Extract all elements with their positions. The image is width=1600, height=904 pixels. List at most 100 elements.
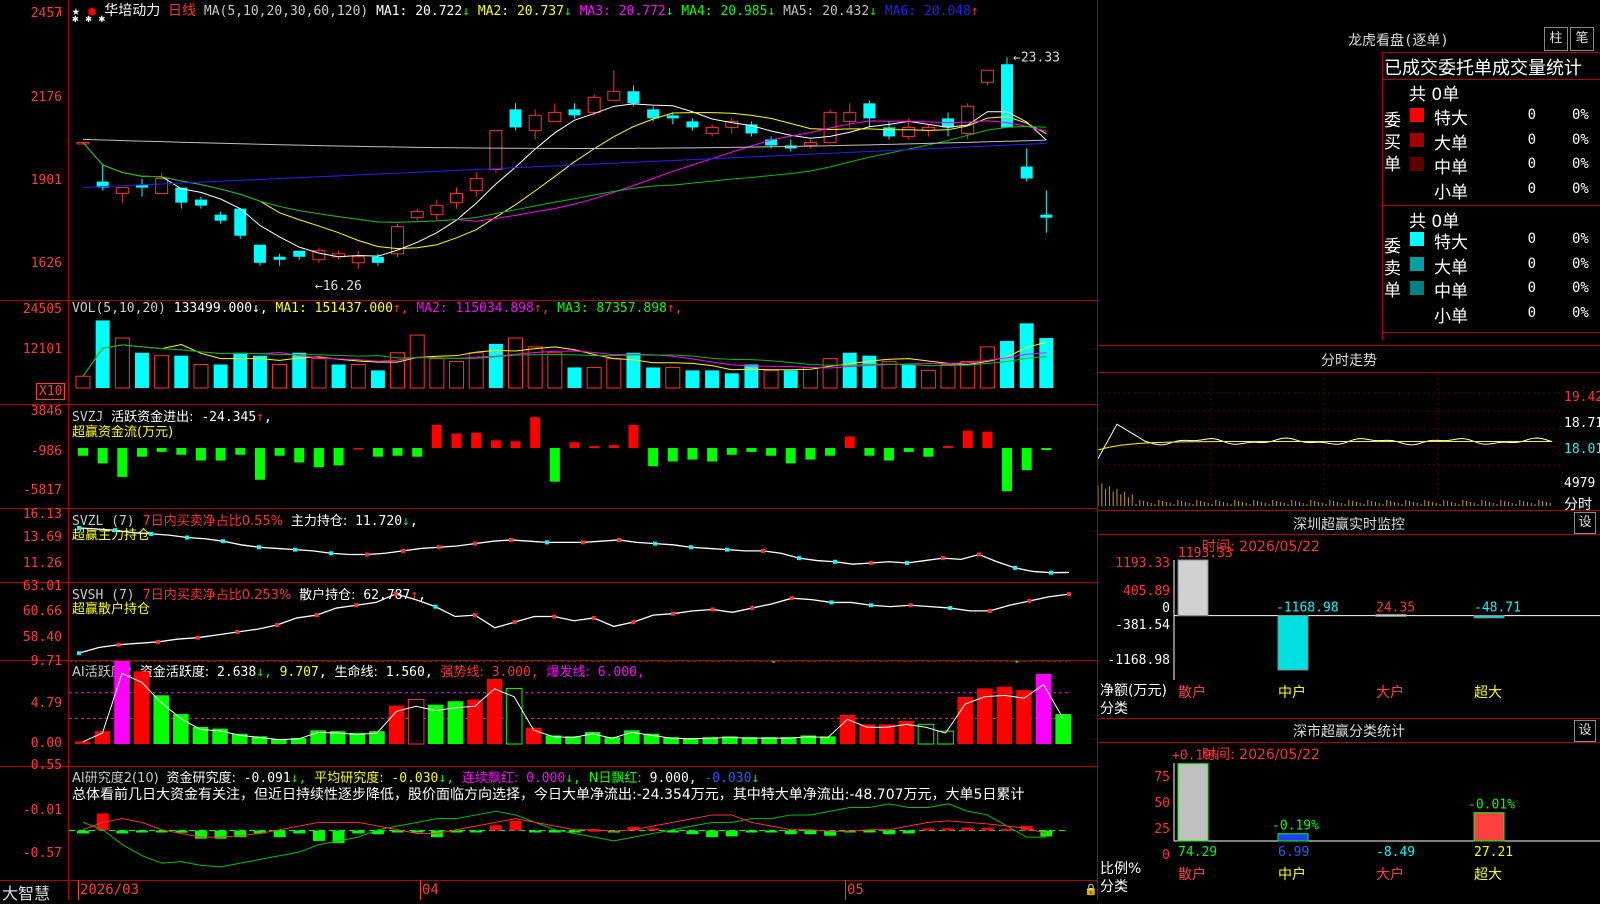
- vol-ma-values: MA1: 151437.000↑, MA2: 115034.898↑, MA3:…: [276, 301, 683, 316]
- svzj-bar: [667, 448, 678, 462]
- monitor-bar-value: -1168.98: [1276, 601, 1339, 616]
- research-bar: [293, 830, 306, 834]
- intraday-axis-label: 18.71: [1564, 416, 1600, 431]
- holding-point: [941, 556, 945, 561]
- stock-name[interactable]: 华培动力: [104, 3, 160, 19]
- ma-dir-2: ↓: [563, 4, 572, 19]
- svzj-bar: [294, 448, 305, 463]
- holding-point: [750, 606, 755, 611]
- intraday-title: 分时走势: [1321, 353, 1377, 369]
- tab-traded[interactable]: 已成交: [1384, 54, 1438, 80]
- research-bar: [116, 830, 129, 834]
- svzj-bar: [156, 448, 167, 452]
- research-bar: [77, 830, 89, 834]
- vol-bar: [75, 375, 91, 389]
- vol-bar: [881, 361, 897, 389]
- date-tick: 2026/03: [80, 882, 140, 898]
- vol-bar: [567, 367, 582, 388]
- candle-body: [1040, 214, 1053, 218]
- holding-point: [671, 611, 675, 616]
- candle-body: [647, 109, 660, 119]
- vol-unit-badge[interactable]: X10: [36, 383, 66, 400]
- candle-body: [627, 91, 640, 104]
- holding-point: [829, 600, 834, 605]
- vol-ma-dir-3: ↑,: [666, 301, 683, 316]
- class-chart[interactable]: +0.19% 74.29 散户 -0.19% 6.99 中户 -8.49 大户 -0.01% 27…: [1098, 743, 1600, 900]
- intraday-chart[interactable]: [1098, 373, 1560, 508]
- svzj-bar: [648, 448, 659, 467]
- date-tick-mark: [78, 880, 79, 900]
- low-marker: ←16.26: [315, 279, 362, 294]
- svzj-bar: [136, 448, 147, 457]
- ai-research-chart[interactable]: [69, 767, 1097, 880]
- ai-active-chart[interactable]: ↓↓: [69, 661, 1097, 766]
- monitor-bar-value: 1193.33: [1178, 546, 1233, 561]
- vol-bar: [409, 334, 425, 389]
- buy-row-pct: 0%: [1572, 180, 1589, 197]
- holding-point: [1013, 565, 1017, 570]
- svzj-bar: [825, 448, 836, 456]
- buy-row-value: 0: [1527, 131, 1536, 148]
- monitor-category: 大户: [1376, 684, 1404, 701]
- monitor-settings-button[interactable]: 设: [1574, 512, 1596, 534]
- buy-row-swatch: [1410, 181, 1424, 196]
- axis-tick-label: 9.71: [30, 654, 62, 669]
- candle-body: [568, 109, 581, 116]
- class-settings-button[interactable]: 设: [1574, 720, 1596, 742]
- buy-row-value: 0: [1527, 107, 1536, 123]
- period-label[interactable]: 日线: [168, 3, 196, 19]
- candle-body: [528, 114, 542, 131]
- svzj-bar: [215, 448, 226, 461]
- main-chart-area[interactable]: ★ ⬢ 华培动力 日线 MA(5,10,20,30,60,120) MA1: 2…: [0, 0, 1098, 903]
- sell-row-pct: 0%: [1572, 304, 1589, 321]
- tab-orders[interactable]: 委托单: [1438, 54, 1492, 80]
- right-panel: 龙虎看盘(逐单) 柱 笔 已成交 委托单 成交量统计 委买单 共 0单 特大 0 0…: [1098, 0, 1600, 900]
- vol-bar: [763, 369, 779, 389]
- class-bar-value: 74.29: [1178, 845, 1217, 860]
- holding-point: [77, 525, 81, 530]
- axis-tick-label: 24505: [22, 302, 62, 317]
- sell-row-swatch: [1410, 281, 1424, 295]
- holding-point: [185, 535, 189, 540]
- intraday-axis-label: 19.42: [1564, 390, 1600, 405]
- volume-chart[interactable]: [69, 316, 1097, 404]
- bar-mode-button[interactable]: 柱: [1544, 27, 1568, 51]
- buy-row-label: 小单: [1434, 182, 1468, 203]
- pen-mode-button[interactable]: 笔: [1570, 27, 1594, 51]
- svzj-bar: [97, 448, 108, 464]
- svzj-bar: [785, 448, 796, 464]
- axis-tick-label: 16.13: [22, 507, 62, 522]
- svzj-bar: [766, 448, 777, 456]
- axis-tick-label: 60.66: [22, 604, 62, 619]
- candle-body: [548, 111, 562, 122]
- ma-value-4: MA4: 20.985: [673, 4, 768, 19]
- holding-point: [552, 614, 557, 619]
- monitor-title: 深圳超赢实时监控: [1293, 517, 1405, 533]
- price-chart[interactable]: ←23.33 ←16.26: [69, 20, 1097, 300]
- holding-point: [631, 620, 636, 625]
- research-bar: [470, 830, 483, 833]
- svzl-chart[interactable]: [69, 509, 1097, 582]
- svzj-chart[interactable]: [69, 405, 1097, 508]
- holding-point: [293, 547, 297, 552]
- ma-value-1: MA1: 20.722: [376, 4, 463, 19]
- vol-bar: [193, 363, 209, 389]
- svsh-chart[interactable]: [69, 583, 1097, 660]
- class-bar-change: -0.19%: [1272, 819, 1319, 834]
- vol-bar: [626, 352, 641, 388]
- holding-point: [761, 548, 765, 553]
- monitor-chart[interactable]: 1193.33 散户 -1168.98 中户 24.35 大户 -48.71 超大: [1098, 535, 1600, 718]
- axis-tick-label: 63.01: [22, 579, 62, 594]
- lock-icon[interactable]: 🔒: [1084, 883, 1098, 896]
- ma-value-3: MA3: 20.772: [571, 4, 666, 19]
- date-tick-mark: [845, 880, 846, 900]
- research-bar: [784, 830, 797, 835]
- sell-row-value: 0: [1527, 231, 1536, 247]
- svzj-bar: [431, 424, 442, 449]
- holding-point: [401, 548, 405, 553]
- vol-bar: [901, 364, 916, 388]
- buy-row-label: 特大: [1434, 109, 1468, 129]
- tab-volume-stats[interactable]: 成交量统计: [1492, 54, 1582, 80]
- holding-point: [257, 545, 261, 550]
- signal-arrow: ↓: [770, 661, 777, 666]
